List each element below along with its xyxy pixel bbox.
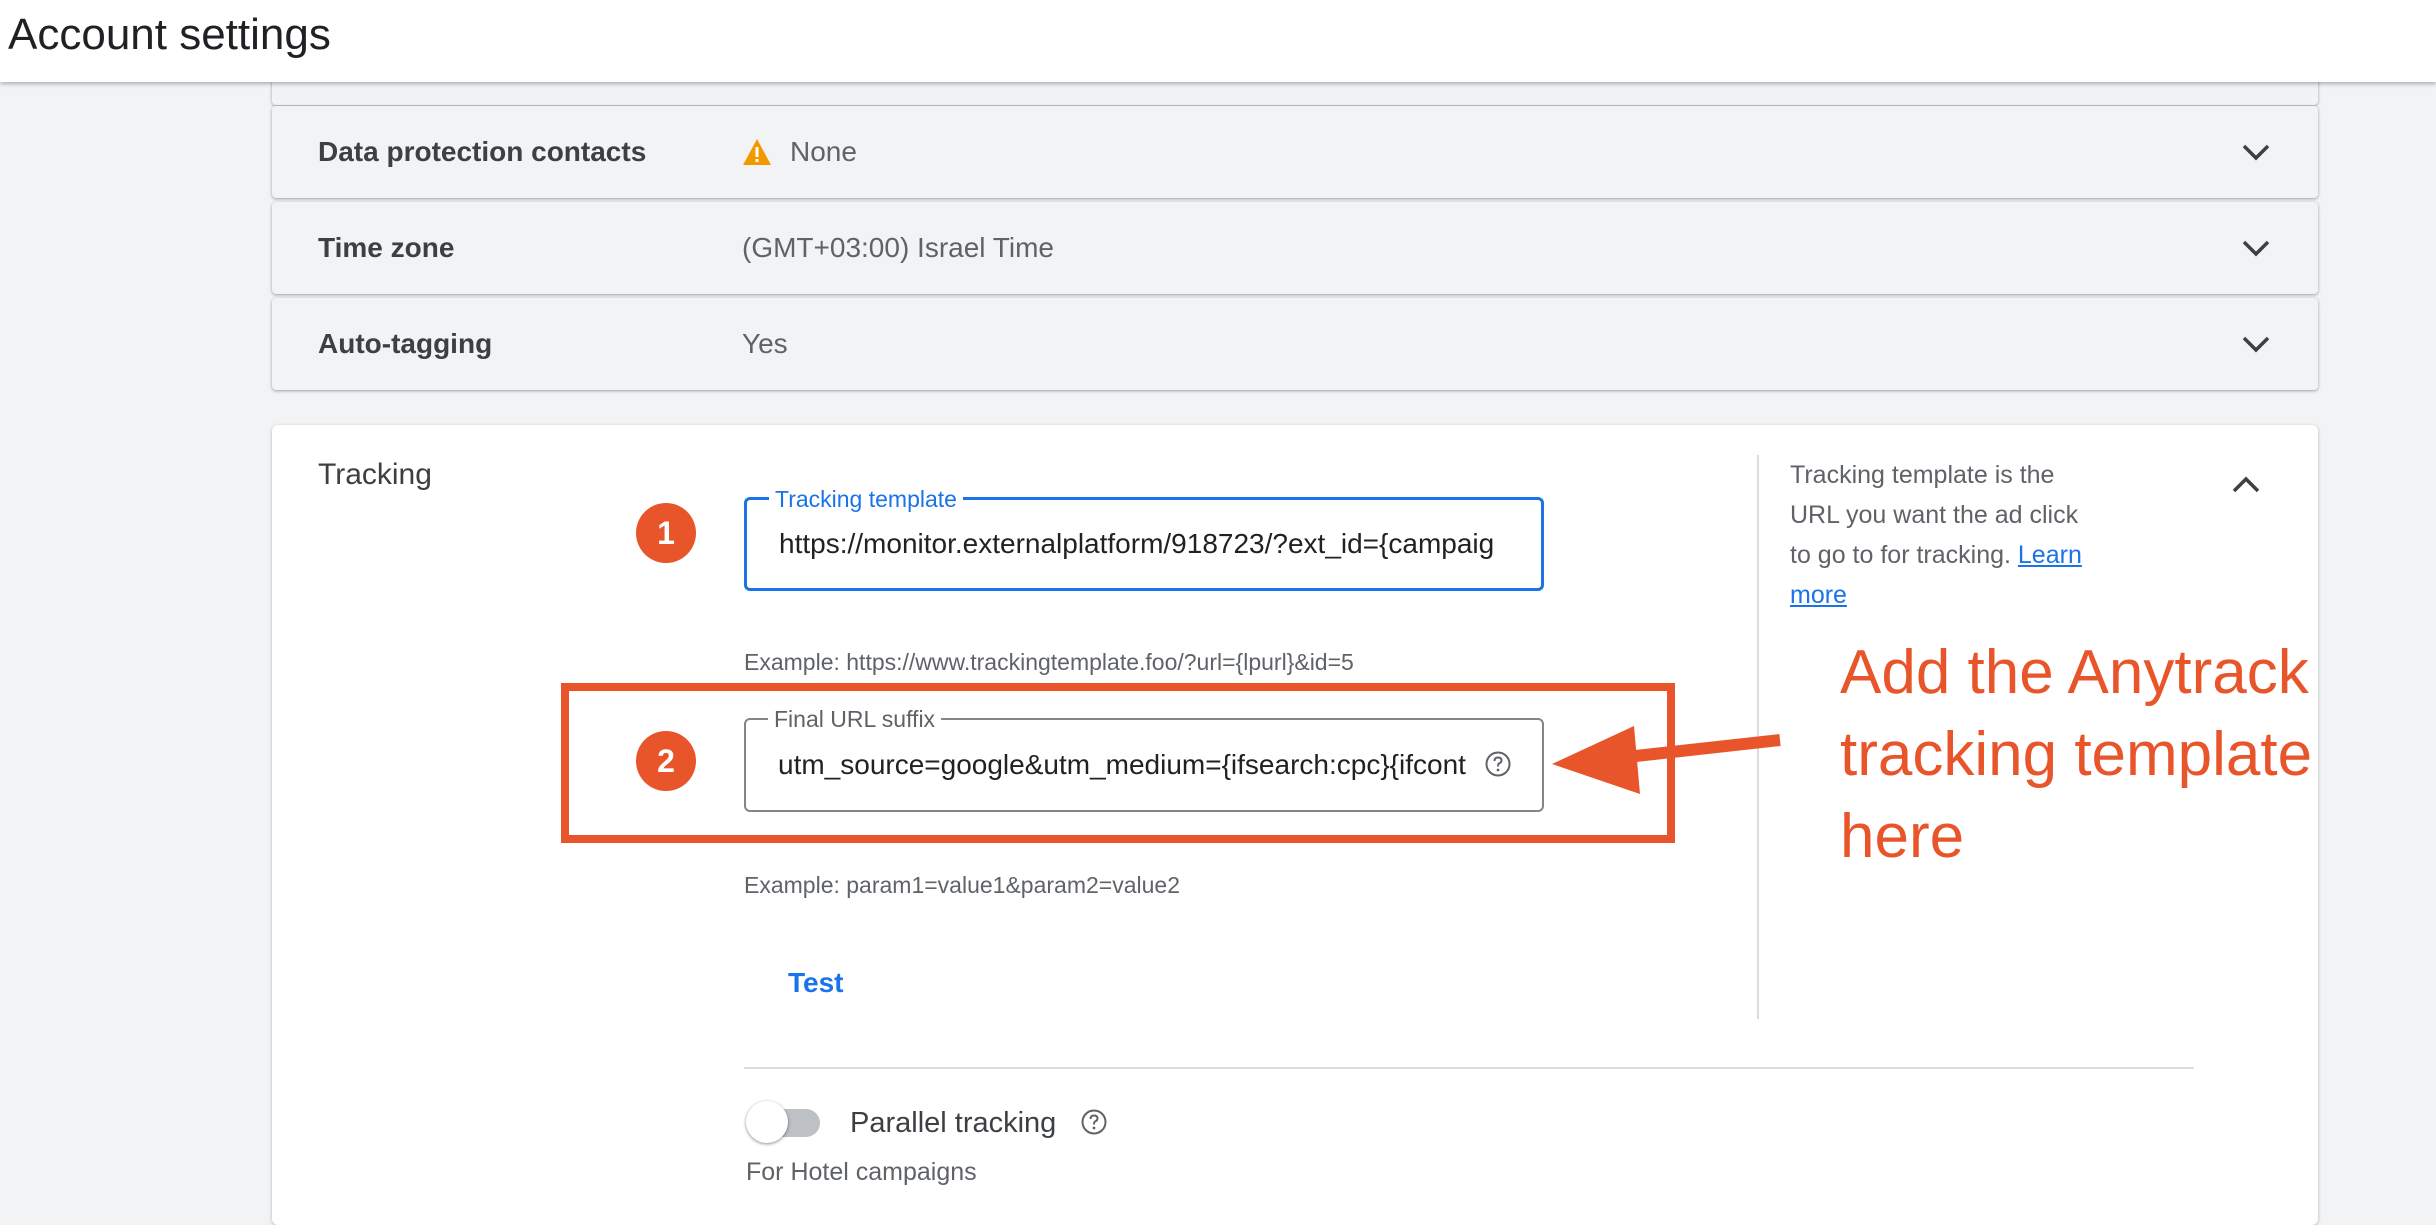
settings-row-time-zone[interactable]: Time zone (GMT+03:00) Israel Time — [272, 202, 2318, 294]
row-label: Auto-tagging — [318, 328, 493, 359]
tracking-template-example: Example: https://www.trackingtemplate.fo… — [744, 649, 1354, 675]
highlight-box — [561, 683, 1675, 843]
help-icon[interactable] — [1080, 1108, 1108, 1136]
settings-row-auto-tagging[interactable]: Auto-tagging Yes — [272, 298, 2318, 390]
row-label: Time zone — [318, 232, 455, 263]
warning-icon — [743, 139, 771, 165]
tracking-template-value[interactable]: https://monitor.externalplatform/918723/… — [779, 500, 1514, 588]
settings-row-data-protection[interactable]: Data protection contacts None — [272, 106, 2318, 198]
horizontal-divider — [744, 1067, 2194, 1069]
chevron-down-icon[interactable] — [2238, 230, 2274, 266]
parallel-tracking-label: Parallel tracking — [850, 1107, 1057, 1139]
test-button[interactable]: Test — [788, 967, 844, 999]
chevron-down-icon[interactable] — [2238, 134, 2274, 170]
annotation-line-1: Add the Anytrack — [1840, 638, 2309, 707]
annotation-arrow-icon — [1552, 726, 1781, 794]
top-bar: Account settings — [0, 0, 2436, 82]
parallel-tracking-toggle[interactable] — [746, 1101, 824, 1145]
hotel-campaigns-label: For Hotel campaigns — [746, 1158, 977, 1186]
tracking-template-input[interactable]: Tracking template https://monitor.extern… — [744, 486, 1544, 591]
annotation-line-3: here — [1840, 802, 1965, 871]
annotation-text: Add the Anytrack tracking template here — [1840, 632, 2420, 878]
step-badge-1: 1 — [636, 503, 696, 563]
row-value: (GMT+03:00) Israel Time — [742, 232, 1054, 263]
row-value: None — [742, 106, 857, 198]
final-url-suffix-example: Example: param1=value1&param2=value2 — [744, 872, 1180, 898]
annotation-line-2: tracking template — [1840, 720, 2313, 789]
toggle-knob — [746, 1101, 788, 1143]
chevron-down-icon[interactable] — [2238, 326, 2274, 362]
tracking-help: Tracking template is the URL you want th… — [1790, 455, 2090, 615]
page-title: Account settings — [8, 10, 331, 59]
tracking-section-label: Tracking — [318, 458, 432, 491]
chevron-up-icon[interactable] — [2228, 467, 2264, 503]
row-value: Yes — [742, 328, 788, 359]
row-value-text: None — [790, 136, 857, 167]
row-label: Data protection contacts — [318, 136, 647, 167]
